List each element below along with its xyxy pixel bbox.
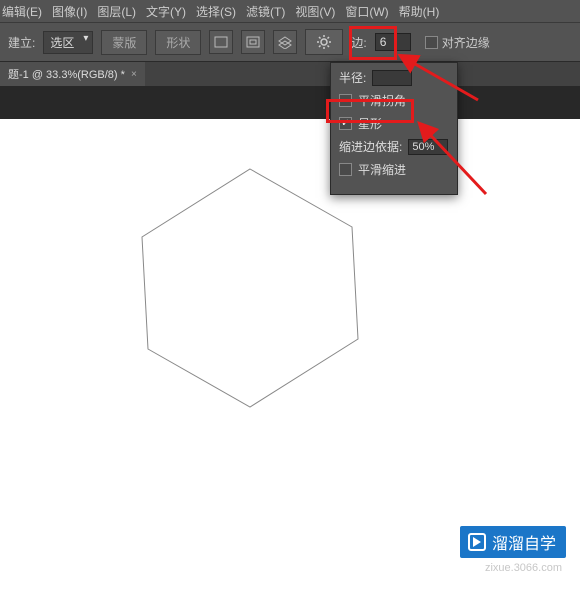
menu-select[interactable]: 选择(S) xyxy=(196,3,236,20)
align-edges-label: 对齐边缘 xyxy=(442,34,490,51)
mask-button[interactable]: 蒙版 xyxy=(101,30,147,55)
watermark-text: 溜溜自学 xyxy=(492,530,556,554)
gear-icon xyxy=(316,34,332,50)
menu-view[interactable]: 视图(V) xyxy=(295,3,335,20)
menu-image[interactable]: 图像(I) xyxy=(52,3,87,20)
star-label: 星形 xyxy=(358,115,382,132)
smooth-corners-checkbox[interactable] xyxy=(339,94,352,107)
layers-icon[interactable] xyxy=(273,30,297,54)
hexagon-shape xyxy=(120,159,380,419)
sides-input[interactable] xyxy=(375,33,411,51)
polygon-options-popup: 半径: 平滑拐角 ✓ 星形 缩进边依据: 平滑缩进 xyxy=(330,62,458,195)
tab-bar: 题-1 @ 33.3%(RGB/8) * × xyxy=(0,62,580,86)
menu-filter[interactable]: 滤镜(T) xyxy=(246,3,285,20)
gear-options-button[interactable] xyxy=(305,29,343,55)
indent-input[interactable] xyxy=(408,139,448,155)
close-icon[interactable]: × xyxy=(131,69,137,80)
sides-label: 边: xyxy=(351,34,366,51)
radius-input[interactable] xyxy=(372,70,412,86)
watermark-badge: 溜溜自学 xyxy=(460,526,566,558)
play-icon xyxy=(468,533,486,551)
menu-bar: 编辑(E) 图像(I) 图层(L) 文字(Y) 选择(S) 滤镜(T) 视图(V… xyxy=(0,0,580,22)
smooth-corners-label: 平滑拐角 xyxy=(358,92,406,109)
align-icon-1[interactable] xyxy=(209,30,233,54)
star-checkbox[interactable]: ✓ xyxy=(339,117,352,130)
radius-label: 半径: xyxy=(339,69,366,86)
menu-edit[interactable]: 编辑(E) xyxy=(2,3,42,20)
canvas-area xyxy=(0,86,580,600)
align-edges-checkbox[interactable] xyxy=(425,36,438,49)
menu-layer[interactable]: 图层(L) xyxy=(97,3,136,20)
watermark-url: zixue.3066.com xyxy=(485,562,562,574)
create-dropdown[interactable]: 选区 xyxy=(43,31,93,54)
options-bar: 建立: 选区 蒙版 形状 边: 对齐边缘 xyxy=(0,22,580,62)
indent-label: 缩进边依据: xyxy=(339,138,402,155)
create-label: 建立: xyxy=(8,34,35,51)
menu-window[interactable]: 窗口(W) xyxy=(345,3,388,20)
tab-title: 题-1 @ 33.3%(RGB/8) * xyxy=(8,66,125,82)
align-icon-2[interactable] xyxy=(241,30,265,54)
smooth-indent-label: 平滑缩进 xyxy=(358,161,406,178)
menu-text[interactable]: 文字(Y) xyxy=(146,3,186,20)
smooth-indent-checkbox[interactable] xyxy=(339,163,352,176)
shape-button[interactable]: 形状 xyxy=(155,30,201,55)
document-tab[interactable]: 题-1 @ 33.3%(RGB/8) * × xyxy=(0,61,145,86)
menu-help[interactable]: 帮助(H) xyxy=(399,3,440,20)
